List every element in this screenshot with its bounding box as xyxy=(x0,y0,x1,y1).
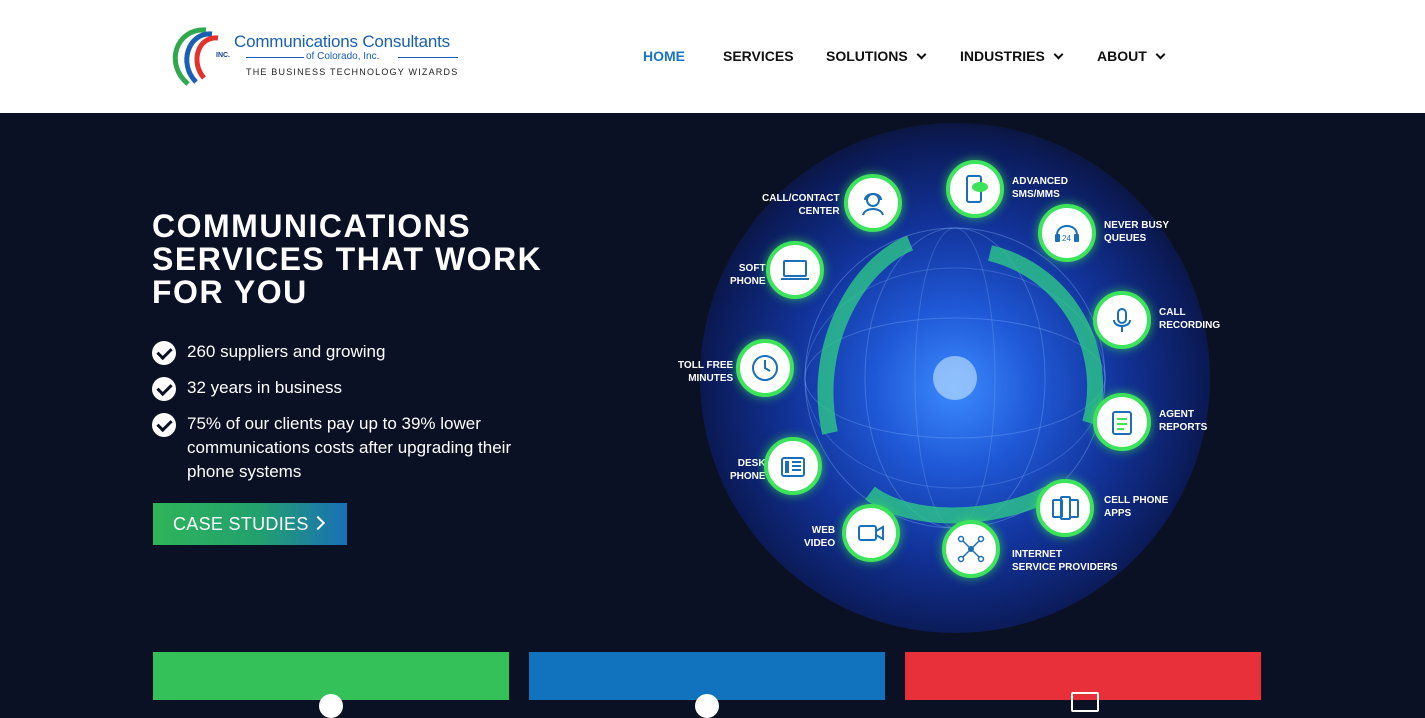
card-icon xyxy=(319,694,343,718)
list-item: 260 suppliers and growing xyxy=(152,340,552,365)
bullet-text: 32 years in business xyxy=(187,378,342,397)
feature-label: WEB VIDEO xyxy=(804,525,836,549)
feature-card-blue[interactable] xyxy=(529,652,885,718)
desk-phone-icon xyxy=(764,437,822,495)
cell-phones-icon xyxy=(1036,479,1094,537)
svg-text:24: 24 xyxy=(1062,234,1071,243)
logo-divider xyxy=(398,57,458,58)
nav-solutions[interactable]: SOLUTIONS xyxy=(826,48,927,64)
microphone-icon xyxy=(1093,291,1151,349)
nav-about-label: ABOUT xyxy=(1097,48,1147,64)
nav-home[interactable]: HOME xyxy=(643,48,685,64)
feature-label: INTERNET SERVICE PROVIDERS xyxy=(1012,549,1118,573)
laptop-phone-icon xyxy=(766,241,824,299)
company-logo[interactable]: INC. Communications Consultants of Color… xyxy=(166,24,466,88)
nav-services-label: SERVICES xyxy=(723,48,794,64)
headset-24-icon: 24 xyxy=(1038,204,1096,262)
list-item: 75% of our clients pay up to 39% lower c… xyxy=(152,412,552,484)
list-item: 32 years in business xyxy=(152,376,552,401)
feature-card-red[interactable] xyxy=(905,652,1261,712)
feature-label: NEVER BUSY QUEUES xyxy=(1104,220,1170,244)
logo-company-name: Communications Consultants xyxy=(234,32,450,51)
logo-tagline: THE BUSINESS TECHNOLOGY WIZARDS xyxy=(246,67,459,77)
feature-label: CELL PHONE APPS xyxy=(1104,495,1169,519)
nav-home-label: HOME xyxy=(643,48,685,64)
check-circle-icon xyxy=(152,341,176,365)
hero-bullet-list: 260 suppliers and growing 32 years in bu… xyxy=(152,340,552,495)
logo-divider xyxy=(246,57,304,58)
card-icon xyxy=(695,694,719,718)
nav-industries[interactable]: INDUSTRIES xyxy=(960,48,1064,64)
chevron-right-icon xyxy=(310,515,326,531)
feature-label: DESK PHONE xyxy=(730,458,766,482)
nav-about[interactable]: ABOUT xyxy=(1097,48,1166,64)
feature-card-green[interactable] xyxy=(153,652,509,718)
clipboard-icon xyxy=(1093,393,1151,451)
network-icon xyxy=(942,520,1000,578)
nav-services[interactable]: SERVICES xyxy=(723,48,794,64)
feature-label: CALL RECORDING xyxy=(1159,307,1221,331)
case-studies-button[interactable]: CASE STUDIES xyxy=(153,503,347,545)
chevron-down-icon xyxy=(1053,49,1064,59)
bullet-text: 260 suppliers and growing xyxy=(187,342,386,361)
feature-label: TOLL FREE MINUTES xyxy=(678,360,734,384)
logo-company-sub: of Colorado, Inc. xyxy=(306,51,380,62)
check-circle-icon xyxy=(152,413,176,437)
feature-label: CALL/CONTACT CENTER xyxy=(762,193,840,217)
feature-label: ADVANCED SMS/MMS xyxy=(1012,176,1068,200)
clock-icon xyxy=(736,339,794,397)
feature-label: SOFT PHONE xyxy=(730,263,766,287)
hero-title: COMMUNICATIONS SERVICES THAT WORK FOR YO… xyxy=(152,208,543,310)
feature-label: AGENT REPORTS xyxy=(1159,409,1208,433)
case-studies-label: CASE STUDIES xyxy=(173,513,309,534)
headset-agent-icon xyxy=(844,174,902,232)
hero-section: COMMUNICATIONS SERVICES THAT WORK FOR YO… xyxy=(0,113,1425,700)
mobile-chat-icon xyxy=(946,160,1004,218)
envelope-icon xyxy=(1071,692,1099,712)
chevron-down-icon xyxy=(1155,49,1166,59)
bullet-text: 75% of our clients pay up to 39% lower c… xyxy=(187,414,512,481)
services-globe-graphic: CALL/CONTACT CENTER ADVANCED SMS/MMS 24 NE… xyxy=(630,123,1270,633)
nav-solutions-label: SOLUTIONS xyxy=(826,48,908,64)
nav-industries-label: INDUSTRIES xyxy=(960,48,1045,64)
video-camera-icon xyxy=(842,504,900,562)
logo-inc: INC. xyxy=(216,52,230,59)
chevron-down-icon xyxy=(916,49,927,59)
check-circle-icon xyxy=(152,377,176,401)
site-header: INC. Communications Consultants of Color… xyxy=(0,0,1425,113)
